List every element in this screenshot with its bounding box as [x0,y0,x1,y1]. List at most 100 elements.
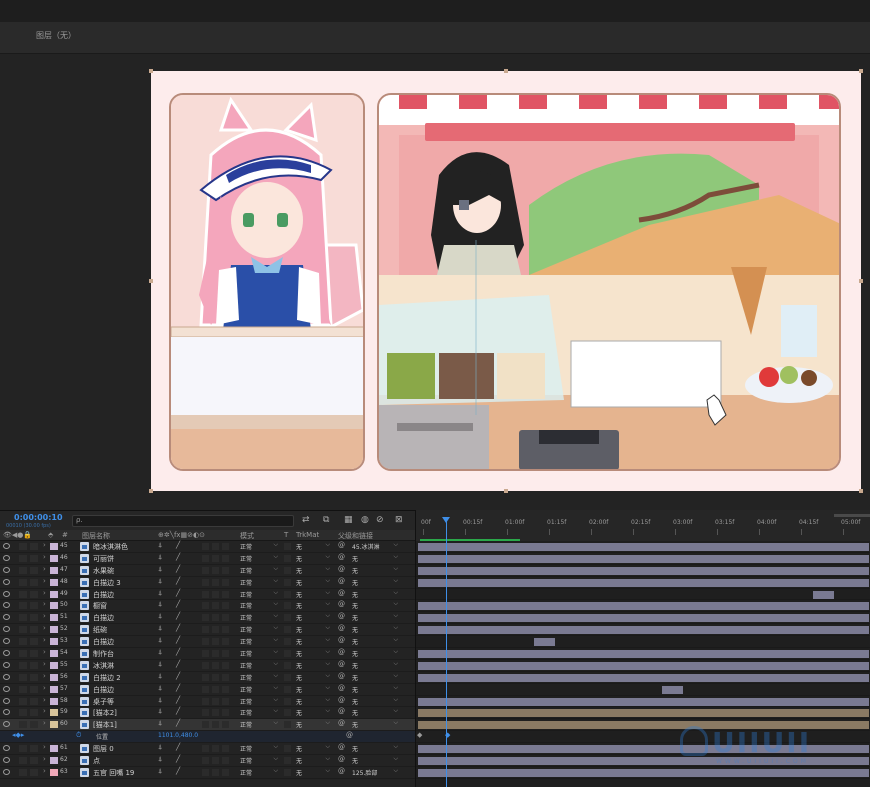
visibility-eye-icon[interactable] [3,543,10,549]
expand-arrow-icon[interactable]: › [43,636,46,644]
solo-toggle[interactable] [19,685,27,693]
quality-switch-icon[interactable]: ╱ [176,553,180,561]
motion-blur-switch[interactable] [212,578,219,586]
parent-pickwhip-icon[interactable]: @ [338,767,345,775]
layer-track[interactable] [416,707,870,720]
expand-arrow-icon[interactable]: › [43,719,46,727]
work-area-bar[interactable] [834,514,870,517]
motion-blur-switch[interactable] [212,543,219,550]
layer-track[interactable] [416,696,870,708]
visibility-eye-icon[interactable] [3,578,10,585]
trkmat-select[interactable]: 无 [296,589,332,599]
label-color-swatch[interactable] [50,566,58,574]
layer-row[interactable]: › 49 白描边 ⍋ ╱ 正常 无 @ 无 [0,588,415,601]
fx-switch[interactable] [202,721,209,729]
quality-switch-icon[interactable]: ╱ [176,600,180,608]
trkmat-select[interactable]: 无 [296,696,332,706]
fx-switch[interactable] [202,614,209,622]
motion-blur-switch[interactable] [212,650,219,658]
label-color-swatch[interactable] [50,543,58,550]
preserve-transparency-toggle[interactable] [284,590,291,598]
visibility-eye-icon[interactable] [3,554,10,561]
keyframe-icon[interactable]: ◆ [417,731,422,739]
trkmat-select[interactable]: 无 [296,767,332,777]
expand-arrow-icon[interactable]: › [43,612,46,620]
label-color-swatch[interactable] [50,650,58,658]
solo-toggle[interactable] [19,614,27,622]
layer-name[interactable]: 暗冰淇淋色 [93,542,128,552]
keyframe-navigator-icon[interactable]: ◂◆▸ [12,731,24,739]
parent-pickwhip-icon[interactable]: @ [338,743,345,751]
quality-switch-icon[interactable]: ╱ [176,648,180,656]
graph-editor-icon[interactable]: ⊘ [376,515,384,525]
motion-blur-switch[interactable] [212,626,219,634]
shy-switch-icon[interactable]: ⍋ [158,577,162,586]
blend-mode-select[interactable]: 正常 [240,660,280,670]
blend-mode-select[interactable]: 正常 [240,600,280,610]
visibility-eye-icon[interactable] [3,626,10,633]
preserve-transparency-toggle[interactable] [284,602,291,610]
layer-duration-bar[interactable] [418,768,869,777]
motion-blur-switch[interactable] [212,721,219,729]
parent-select[interactable]: 无 [352,600,400,610]
trkmat-select[interactable]: 无 [296,660,332,670]
lock-toggle[interactable] [30,626,38,634]
layer-name[interactable]: 制作台 [93,649,114,659]
parent-pickwhip-icon[interactable]: @ [338,684,345,692]
blend-mode-select[interactable]: 正常 [240,684,280,694]
layer-row[interactable]: › 52 纸碗 ⍋ ╱ 正常 无 @ 无 [0,624,415,637]
visibility-eye-icon[interactable] [3,721,10,728]
motion-blur-switch[interactable] [212,566,219,574]
adjustment-switch[interactable] [222,768,229,776]
parent-select[interactable]: 无 [352,577,400,587]
layer-name[interactable]: [猫本1] [93,720,117,730]
transform-handle[interactable] [859,279,863,283]
preserve-transparency-toggle[interactable] [284,745,291,753]
quality-switch-icon[interactable]: ╱ [176,684,180,692]
lock-toggle[interactable] [30,661,38,669]
trkmat-select[interactable]: 无 [296,577,332,587]
label-color-swatch[interactable] [50,697,58,705]
lock-toggle[interactable] [30,745,38,753]
blend-mode-select[interactable]: 正常 [240,755,280,765]
quality-switch-icon[interactable]: ╱ [176,624,180,632]
label-color-swatch[interactable] [50,661,58,669]
layer-name[interactable]: 白描边 [93,637,114,647]
preserve-transparency-toggle[interactable] [284,709,291,717]
expand-arrow-icon[interactable]: › [43,565,46,573]
layer-row[interactable]: › 55 冰淇淋 ⍋ ╱ 正常 无 @ 无 [0,659,415,672]
solo-toggle[interactable] [19,578,27,586]
layer-duration-bar[interactable] [418,554,869,563]
quality-switch-icon[interactable]: ╱ [176,612,180,620]
transform-handle[interactable] [504,69,508,73]
parent-pickwhip-icon[interactable]: @ [338,577,345,585]
lock-toggle[interactable] [30,578,38,586]
blend-mode-select[interactable]: 正常 [240,565,280,575]
adjustment-switch[interactable] [222,590,229,598]
label-color-swatch[interactable] [50,614,58,622]
layer-name[interactable]: 冰淇淋 [93,661,114,671]
adjustment-switch[interactable] [222,745,229,753]
trkmat-select[interactable]: 无 [296,565,332,575]
layer-duration-bar[interactable] [418,578,869,587]
layer-row[interactable]: › 57 白描边 ⍋ ╱ 正常 无 @ 无 [0,683,415,696]
parent-select[interactable]: 无 [352,624,400,634]
parent-pickwhip-icon[interactable]: @ [338,755,345,763]
preserve-transparency-toggle[interactable] [284,697,291,705]
label-color-swatch[interactable] [50,757,58,765]
shy-switch-icon[interactable]: ⍋ [158,684,162,693]
lock-toggle[interactable] [30,638,38,646]
shy-switch-icon[interactable]: ⍋ [158,589,162,598]
composition-icon[interactable]: ⊠ [395,515,403,525]
preserve-transparency-toggle[interactable] [284,673,291,681]
layer-track[interactable] [416,636,870,649]
fx-switch[interactable] [202,626,209,634]
trkmat-select[interactable]: 无 [296,743,332,753]
motion-blur-switch[interactable] [212,638,219,646]
layer-name[interactable]: 橱窗 [93,601,107,611]
shy-switch-icon[interactable]: ⍋ [158,648,162,657]
preserve-transparency-toggle[interactable] [284,554,291,562]
trkmat-select[interactable]: 无 [296,672,332,682]
solo-toggle[interactable] [19,661,27,669]
visibility-eye-icon[interactable] [3,745,10,752]
